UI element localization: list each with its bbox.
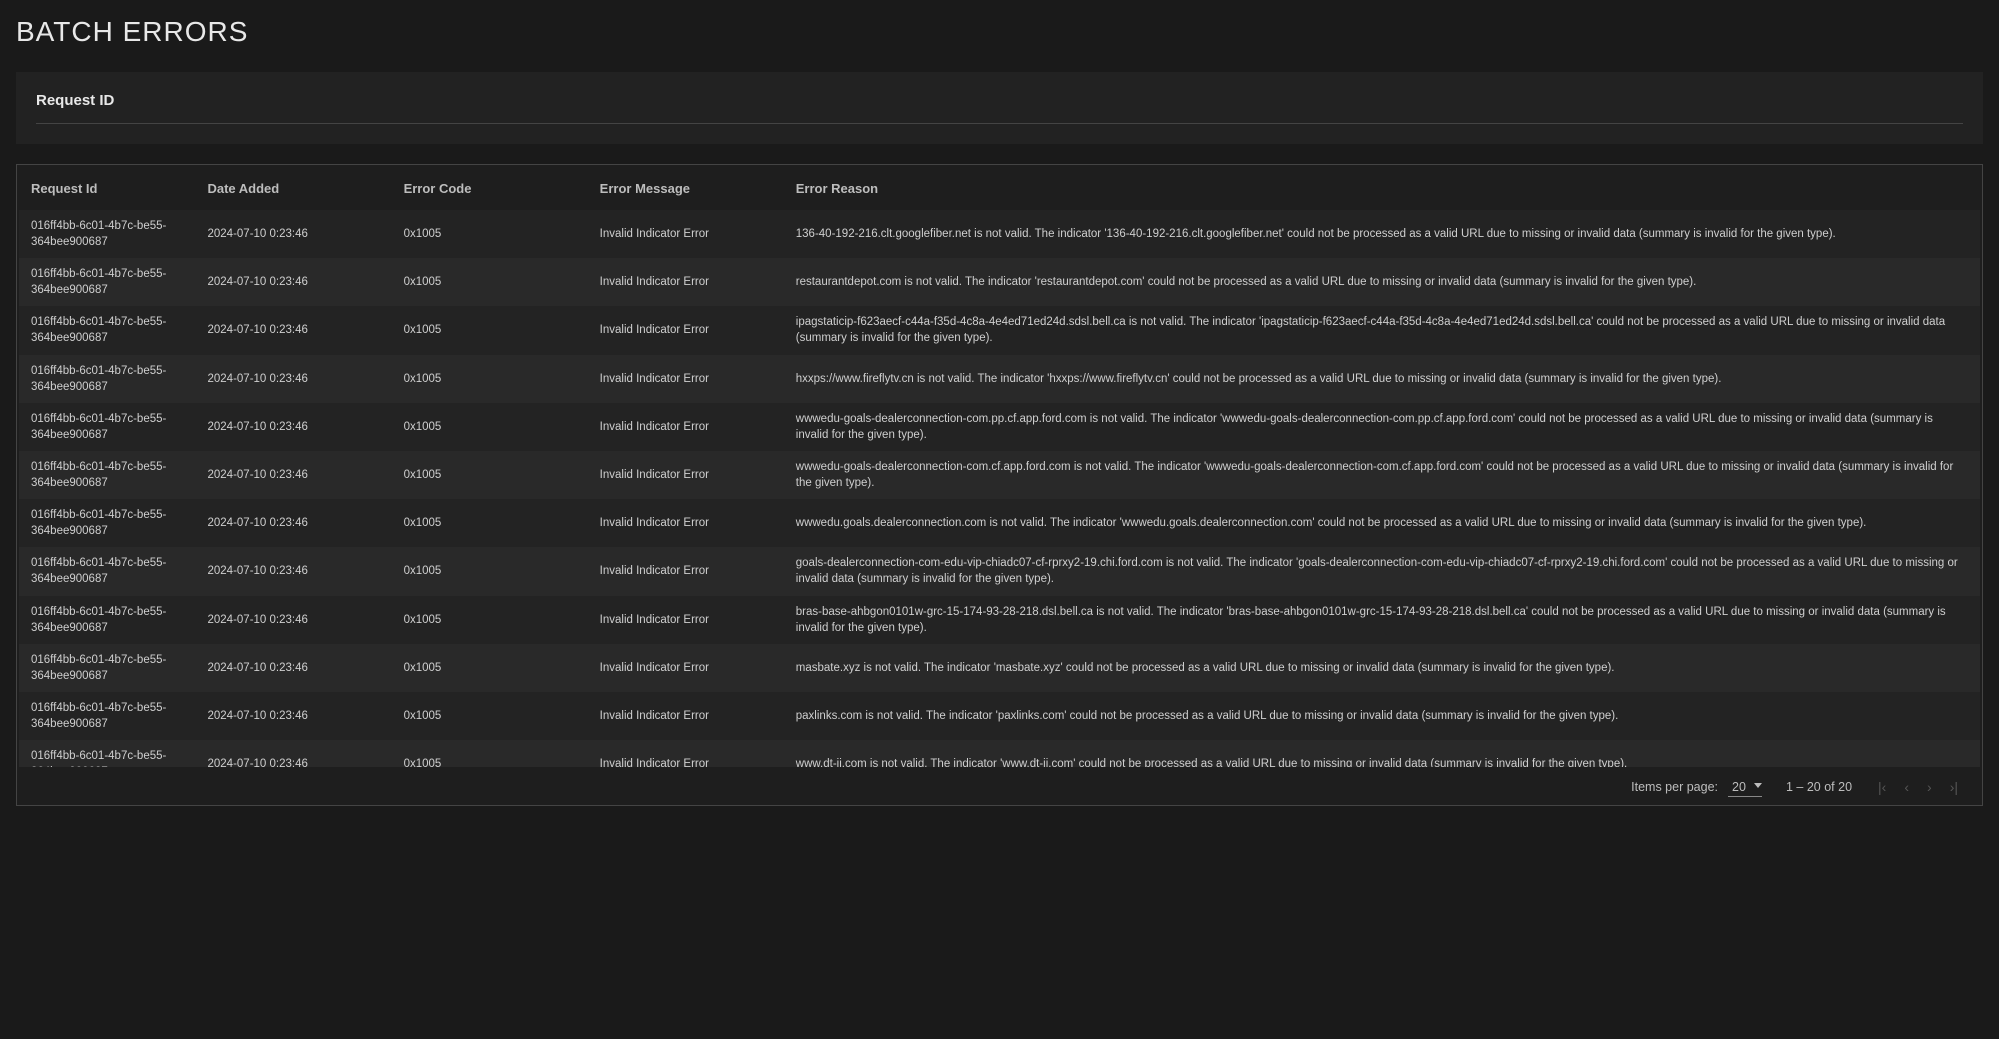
cell-request-id: 016ff4bb-6c01-4b7c-be55-364bee900687 xyxy=(19,596,195,644)
table-header-row: Request Id Date Added Error Code Error M… xyxy=(19,167,1980,210)
table-row[interactable]: 016ff4bb-6c01-4b7c-be55-364bee9006872024… xyxy=(19,499,1980,547)
cell-error-message: Invalid Indicator Error xyxy=(588,306,784,354)
cell-date-added: 2024-07-10 0:23:46 xyxy=(195,547,391,595)
request-id-card: Request ID xyxy=(16,72,1983,144)
table-row[interactable]: 016ff4bb-6c01-4b7c-be55-364bee9006872024… xyxy=(19,403,1980,451)
next-page-button[interactable]: › xyxy=(1925,777,1934,797)
cell-date-added: 2024-07-10 0:23:46 xyxy=(195,644,391,692)
cell-error-code: 0x1005 xyxy=(392,499,588,547)
cell-error-reason: wwwedu-goals-dealerconnection-com.cf.app… xyxy=(784,451,1980,499)
cell-request-id: 016ff4bb-6c01-4b7c-be55-364bee900687 xyxy=(19,499,195,547)
cell-error-message: Invalid Indicator Error xyxy=(588,451,784,499)
cell-request-id: 016ff4bb-6c01-4b7c-be55-364bee900687 xyxy=(19,306,195,354)
cell-error-code: 0x1005 xyxy=(392,740,588,767)
table-row[interactable]: 016ff4bb-6c01-4b7c-be55-364bee9006872024… xyxy=(19,451,1980,499)
cell-error-reason: bras-base-ahbgon0101w-grc-15-174-93-28-2… xyxy=(784,596,1980,644)
cell-error-reason: hxxps://www.fireflytv.cn is not valid. T… xyxy=(784,355,1980,403)
cell-error-reason: 136-40-192-216.clt.googlefiber.net is no… xyxy=(784,210,1980,258)
cell-error-message: Invalid Indicator Error xyxy=(588,258,784,306)
cell-error-message: Invalid Indicator Error xyxy=(588,740,784,767)
cell-date-added: 2024-07-10 0:23:46 xyxy=(195,692,391,740)
table-scroll-region[interactable]: Request Id Date Added Error Code Error M… xyxy=(19,167,1980,767)
cell-date-added: 2024-07-10 0:23:46 xyxy=(195,306,391,354)
table-row[interactable]: 016ff4bb-6c01-4b7c-be55-364bee9006872024… xyxy=(19,692,1980,740)
request-id-card-title: Request ID xyxy=(36,92,1963,109)
cell-error-code: 0x1005 xyxy=(392,210,588,258)
cell-request-id: 016ff4bb-6c01-4b7c-be55-364bee900687 xyxy=(19,547,195,595)
cell-error-code: 0x1005 xyxy=(392,403,588,451)
divider xyxy=(36,123,1963,124)
cell-request-id: 016ff4bb-6c01-4b7c-be55-364bee900687 xyxy=(19,692,195,740)
cell-error-code: 0x1005 xyxy=(392,644,588,692)
cell-request-id: 016ff4bb-6c01-4b7c-be55-364bee900687 xyxy=(19,740,195,767)
cell-date-added: 2024-07-10 0:23:46 xyxy=(195,258,391,306)
table-row[interactable]: 016ff4bb-6c01-4b7c-be55-364bee9006872024… xyxy=(19,596,1980,644)
page-title: BATCH ERRORS xyxy=(16,16,1983,48)
range-label: 1 – 20 of 20 xyxy=(1786,780,1852,794)
cell-date-added: 2024-07-10 0:23:46 xyxy=(195,451,391,499)
cell-error-reason: wwwedu-goals-dealerconnection-com.pp.cf.… xyxy=(784,403,1980,451)
cell-error-message: Invalid Indicator Error xyxy=(588,210,784,258)
col-header-error-message[interactable]: Error Message xyxy=(588,167,784,210)
prev-page-button[interactable]: ‹ xyxy=(1902,777,1911,797)
cell-error-code: 0x1005 xyxy=(392,306,588,354)
table-row[interactable]: 016ff4bb-6c01-4b7c-be55-364bee9006872024… xyxy=(19,258,1980,306)
cell-error-message: Invalid Indicator Error xyxy=(588,355,784,403)
table-row[interactable]: 016ff4bb-6c01-4b7c-be55-364bee9006872024… xyxy=(19,547,1980,595)
first-page-button[interactable]: |‹ xyxy=(1876,777,1888,797)
cell-request-id: 016ff4bb-6c01-4b7c-be55-364bee900687 xyxy=(19,644,195,692)
cell-error-reason: goals-dealerconnection-com-edu-vip-chiad… xyxy=(784,547,1980,595)
cell-error-message: Invalid Indicator Error xyxy=(588,596,784,644)
col-header-error-code[interactable]: Error Code xyxy=(392,167,588,210)
cell-error-code: 0x1005 xyxy=(392,547,588,595)
page-size-select[interactable]: 20 xyxy=(1728,778,1762,797)
cell-date-added: 2024-07-10 0:23:46 xyxy=(195,740,391,767)
cell-error-code: 0x1005 xyxy=(392,692,588,740)
cell-error-reason: restaurantdepot.com is not valid. The in… xyxy=(784,258,1980,306)
table-row[interactable]: 016ff4bb-6c01-4b7c-be55-364bee9006872024… xyxy=(19,355,1980,403)
cell-date-added: 2024-07-10 0:23:46 xyxy=(195,403,391,451)
cell-error-reason: masbate.xyz is not valid. The indicator … xyxy=(784,644,1980,692)
cell-error-code: 0x1005 xyxy=(392,258,588,306)
cell-error-message: Invalid Indicator Error xyxy=(588,499,784,547)
cell-request-id: 016ff4bb-6c01-4b7c-be55-364bee900687 xyxy=(19,355,195,403)
table-row[interactable]: 016ff4bb-6c01-4b7c-be55-364bee9006872024… xyxy=(19,210,1980,258)
cell-error-reason: paxlinks.com is not valid. The indicator… xyxy=(784,692,1980,740)
table-row[interactable]: 016ff4bb-6c01-4b7c-be55-364bee9006872024… xyxy=(19,306,1980,354)
col-header-error-reason[interactable]: Error Reason xyxy=(784,167,1980,210)
cell-error-code: 0x1005 xyxy=(392,355,588,403)
cell-error-message: Invalid Indicator Error xyxy=(588,644,784,692)
page-size-value: 20 xyxy=(1732,780,1746,794)
table-row[interactable]: 016ff4bb-6c01-4b7c-be55-364bee9006872024… xyxy=(19,740,1980,767)
cell-error-message: Invalid Indicator Error xyxy=(588,692,784,740)
cell-date-added: 2024-07-10 0:23:46 xyxy=(195,210,391,258)
col-header-request-id[interactable]: Request Id xyxy=(19,167,195,210)
cell-date-added: 2024-07-10 0:23:46 xyxy=(195,596,391,644)
cell-request-id: 016ff4bb-6c01-4b7c-be55-364bee900687 xyxy=(19,403,195,451)
items-per-page-label: Items per page: xyxy=(1631,780,1718,794)
last-page-button[interactable]: ›| xyxy=(1948,777,1960,797)
col-header-date-added[interactable]: Date Added xyxy=(195,167,391,210)
cell-request-id: 016ff4bb-6c01-4b7c-be55-364bee900687 xyxy=(19,451,195,499)
cell-error-message: Invalid Indicator Error xyxy=(588,547,784,595)
paginator: Items per page: 20 1 – 20 of 20 |‹ ‹ › ›… xyxy=(19,767,1980,803)
cell-error-reason: wwwedu.goals.dealerconnection.com is not… xyxy=(784,499,1980,547)
cell-error-message: Invalid Indicator Error xyxy=(588,403,784,451)
cell-date-added: 2024-07-10 0:23:46 xyxy=(195,499,391,547)
batch-errors-table-card: Request Id Date Added Error Code Error M… xyxy=(16,164,1983,806)
cell-error-reason: www.dt-jj.com is not valid. The indicato… xyxy=(784,740,1980,767)
cell-error-code: 0x1005 xyxy=(392,451,588,499)
cell-request-id: 016ff4bb-6c01-4b7c-be55-364bee900687 xyxy=(19,210,195,258)
chevron-down-icon xyxy=(1754,783,1762,788)
cell-error-code: 0x1005 xyxy=(392,596,588,644)
batch-errors-table: Request Id Date Added Error Code Error M… xyxy=(19,167,1980,767)
cell-request-id: 016ff4bb-6c01-4b7c-be55-364bee900687 xyxy=(19,258,195,306)
table-row[interactable]: 016ff4bb-6c01-4b7c-be55-364bee9006872024… xyxy=(19,644,1980,692)
cell-date-added: 2024-07-10 0:23:46 xyxy=(195,355,391,403)
cell-error-reason: ipagstaticip-f623aecf-c44a-f35d-4c8a-4e4… xyxy=(784,306,1980,354)
